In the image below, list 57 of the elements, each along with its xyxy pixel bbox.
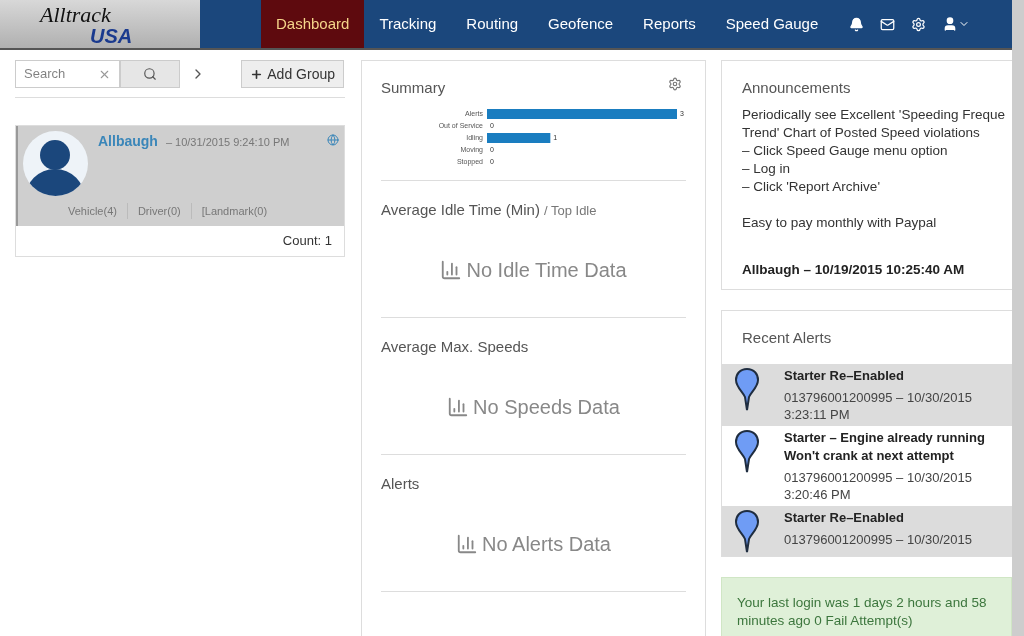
bar <box>487 132 551 143</box>
section-title: Average Max. Speeds <box>381 336 529 357</box>
map-pin-icon <box>734 428 760 473</box>
announcement-line: – Log in <box>742 159 792 178</box>
alert-detail: 013796001200995 – 10/30/2015 <box>784 530 972 548</box>
plus-icon <box>250 67 264 81</box>
section-title: Average Idle Time (Min) <box>381 199 540 220</box>
mail-icon[interactable] <box>880 16 896 32</box>
bar-chart-icon <box>440 259 463 281</box>
bell-icon[interactable] <box>849 16 865 32</box>
nav-tab[interactable]: Geofence <box>533 0 629 48</box>
announcement-line: Periodically see Excellent 'Speeding Freque <box>742 105 1006 124</box>
empty-message: No Alerts Data <box>482 532 611 557</box>
map-pin-icon <box>734 366 760 411</box>
alert-title: Starter Re–Enabled <box>784 508 905 527</box>
alert-title: Starter – Engine already running <box>784 428 985 447</box>
settings-icon[interactable] <box>911 16 927 32</box>
announcement-line: – Click 'Report Archive' <box>742 177 881 196</box>
group-time: – 10/31/2015 9:24:10 PM <box>165 135 290 150</box>
logo[interactable]: Alltrack USA <box>0 0 200 48</box>
alert-title: Starter Re–Enabled <box>784 366 905 385</box>
bar-chart-icon <box>447 396 470 418</box>
panel-title: Announcements <box>742 78 852 98</box>
map-pin-icon <box>734 508 760 553</box>
section-title: Summary <box>381 78 446 98</box>
search-button[interactable] <box>120 60 180 88</box>
search-icon <box>143 67 157 81</box>
section-title: Alerts <box>381 473 420 494</box>
announcement-line: Trend' Chart of Posted Speed violations <box>742 123 981 142</box>
nav-tab[interactable]: Tracking <box>364 0 452 48</box>
panel-title: Recent Alerts <box>741 328 833 348</box>
bar-chart-icon <box>456 533 478 555</box>
login-notice: Your last login was 1 days 2 hours and 58 minutes ago 0 Fail Attempt(s) <box>721 576 1012 636</box>
add-group-button[interactable]: Add Group <box>241 60 344 88</box>
alert-row[interactable]: Starter Re–Enabled 013796001200995 – 10/30/2015 3:23:11 PM <box>722 363 1012 426</box>
announcement-line: – Click Speed Gauge menu option <box>742 141 949 160</box>
nav-tab[interactable]: Routing <box>451 0 534 48</box>
nav-tab[interactable]: Reports <box>628 0 711 48</box>
announcement-line: Easy to pay monthly with Paypal <box>742 213 938 232</box>
alert-detail: 3:20:46 PM <box>784 485 852 503</box>
section-subtitle: / Top Idle <box>543 201 597 220</box>
alert-detail: 013796001200995 – 10/30/2015 <box>784 388 972 406</box>
empty-message: No Speeds Data <box>473 395 620 420</box>
empty-message: No Idle Time Data <box>466 258 627 283</box>
scrollbar[interactable] <box>1012 0 1024 636</box>
alert-row[interactable]: Starter Re–Enabled 013796001200995 – 10/30/2015 <box>722 505 1012 556</box>
alert-detail: 013796001200995 – 10/30/2015 <box>784 468 973 486</box>
alert-title: Won't crank at next attempt <box>784 446 955 465</box>
announcement-entry-title: Allbaugh – 10/19/2015 10:25:40 AM <box>742 260 966 279</box>
search-field[interactable]: Search <box>15 60 120 88</box>
nav-tab[interactable]: Dashboard <box>261 0 365 48</box>
count-label: Count: 1 <box>282 232 332 251</box>
alert-detail: 3:23:11 PM <box>784 405 851 423</box>
nav-tab[interactable]: Speed Gauge <box>710 0 834 48</box>
settings-icon[interactable] <box>668 77 682 91</box>
globe-icon[interactable] <box>327 134 339 146</box>
search-input[interactable]: Search <box>24 64 94 84</box>
